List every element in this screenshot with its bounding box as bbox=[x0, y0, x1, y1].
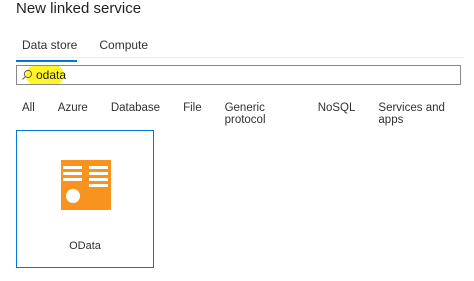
tab-compute[interactable]: Compute bbox=[93, 36, 148, 62]
connector-card-label: OData bbox=[69, 240, 101, 252]
tabs-divider bbox=[16, 57, 464, 58]
tab-data-store[interactable]: Data store bbox=[16, 36, 78, 62]
dialog-title: New linked service bbox=[16, 0, 142, 17]
search-icon bbox=[22, 69, 33, 80]
search-input[interactable]: odata bbox=[36, 68, 66, 82]
filter-nosql[interactable]: NoSQL bbox=[312, 100, 356, 132]
filter-azure[interactable]: Azure bbox=[52, 100, 88, 132]
category-filter-bar: All Azure Database File Generic protocol… bbox=[16, 100, 474, 132]
filter-all[interactable]: All bbox=[16, 100, 35, 132]
odata-icon bbox=[61, 160, 111, 210]
filter-database[interactable]: Database bbox=[105, 100, 160, 132]
filter-file[interactable]: File bbox=[177, 100, 202, 132]
connector-card-odata[interactable]: OData bbox=[16, 130, 154, 268]
filter-services-and-apps[interactable]: Services and apps bbox=[372, 100, 457, 132]
filter-generic-protocol[interactable]: Generic protocol bbox=[219, 100, 295, 132]
tab-bar: Data store Compute bbox=[16, 36, 164, 62]
search-box[interactable]: odata bbox=[16, 65, 461, 85]
